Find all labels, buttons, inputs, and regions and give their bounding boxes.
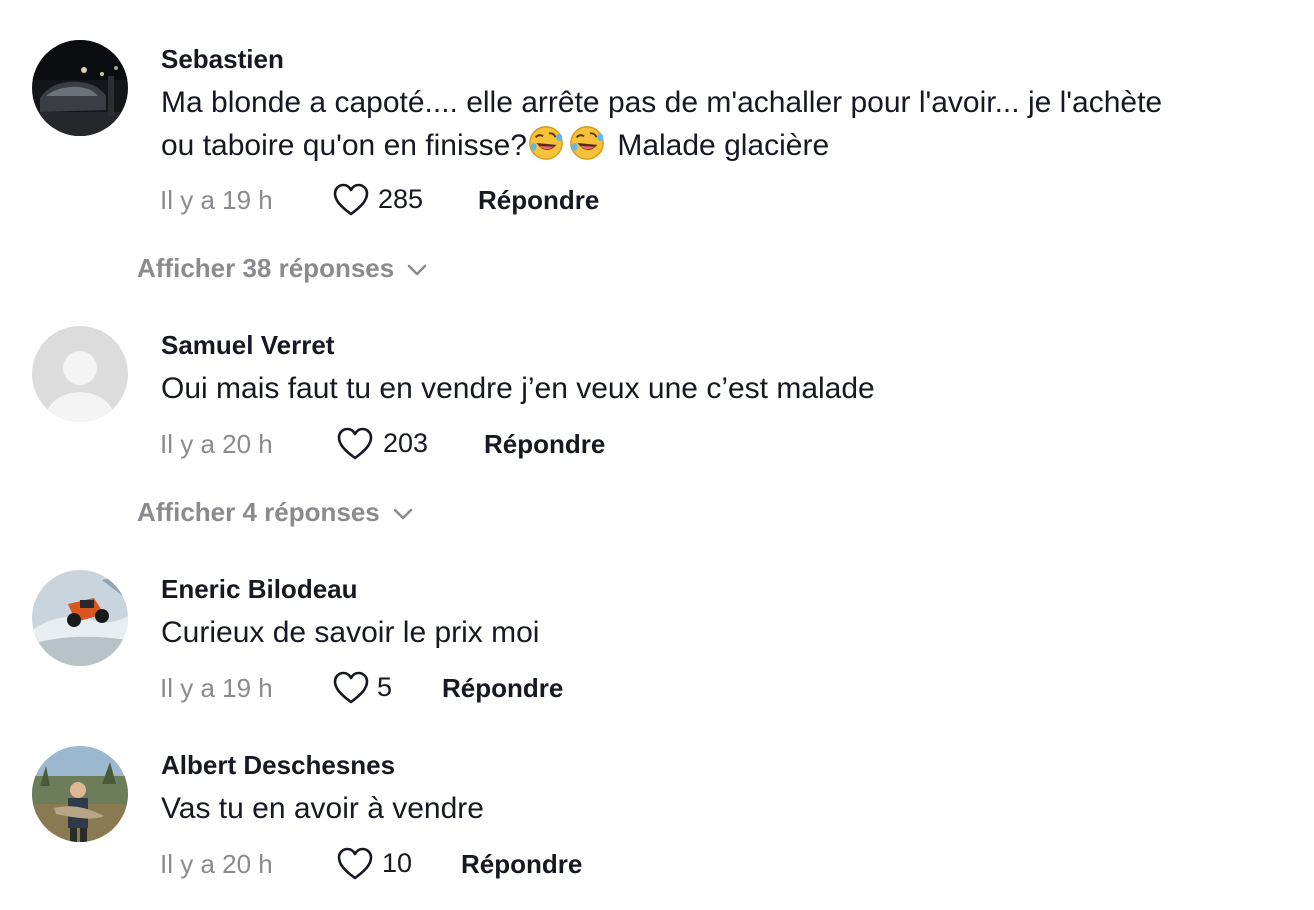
comment-username[interactable]: Samuel Verret [161,330,334,361]
comment-text-line: Malade glacière [609,129,830,162]
reply-button[interactable]: Répondre [478,182,599,218]
comment-text: Vas tu en avoir à vendre [161,792,484,825]
comment-text-line: Ma blonde a capoté.... elle arrête pas d… [161,86,1163,119]
comment-time: Il y a 19 h [160,185,273,215]
heart-outline-icon[interactable] [332,670,370,706]
comment-username[interactable]: Albert Deschesnes [161,750,395,781]
heart-outline-icon[interactable] [336,846,374,882]
comment-time: Il y a 20 h [160,849,273,879]
view-replies-button[interactable]: Afficher 4 réponses [137,495,414,529]
default-avatar-icon [32,326,128,422]
comment-text-line: ou taboire qu'on en finisse? [161,129,527,162]
view-replies-label: Afficher 38 réponses [137,253,395,283]
avatar[interactable] [32,40,128,136]
comment-username[interactable]: Sebastien [161,44,284,75]
avatar-image [32,746,128,842]
comment-time: Il y a 19 h [160,673,273,703]
reply-button[interactable]: Répondre [484,426,605,462]
avatar-image [32,570,128,666]
avatar[interactable] [32,326,128,422]
comment-text: Curieux de savoir le prix moi [161,616,540,649]
like-count: 10 [382,848,413,878]
like-count: 203 [383,428,429,458]
comment-text: Oui mais faut tu en vendre j’en veux une… [161,372,875,405]
avatar[interactable] [32,570,128,666]
rolling-on-floor-laughing-icon [527,126,609,162]
heart-outline-icon[interactable] [336,426,374,462]
chevron-down-icon [393,508,413,520]
view-replies-label: Afficher 4 réponses [137,497,380,527]
avatar-image [32,40,128,136]
reply-button[interactable]: Répondre [442,670,563,706]
comment-username[interactable]: Eneric Bilodeau [161,574,358,605]
chevron-down-icon [407,264,427,276]
like-count: 5 [377,672,393,702]
heart-outline-icon[interactable] [332,182,370,218]
like-count: 285 [378,184,424,214]
view-replies-button[interactable]: Afficher 38 réponses [137,251,428,285]
comment-text: Ma blonde a capoté.... elle arrête pas d… [161,82,1301,167]
comment-time: Il y a 20 h [160,429,273,459]
reply-button[interactable]: Répondre [461,846,582,882]
avatar[interactable] [32,746,128,842]
